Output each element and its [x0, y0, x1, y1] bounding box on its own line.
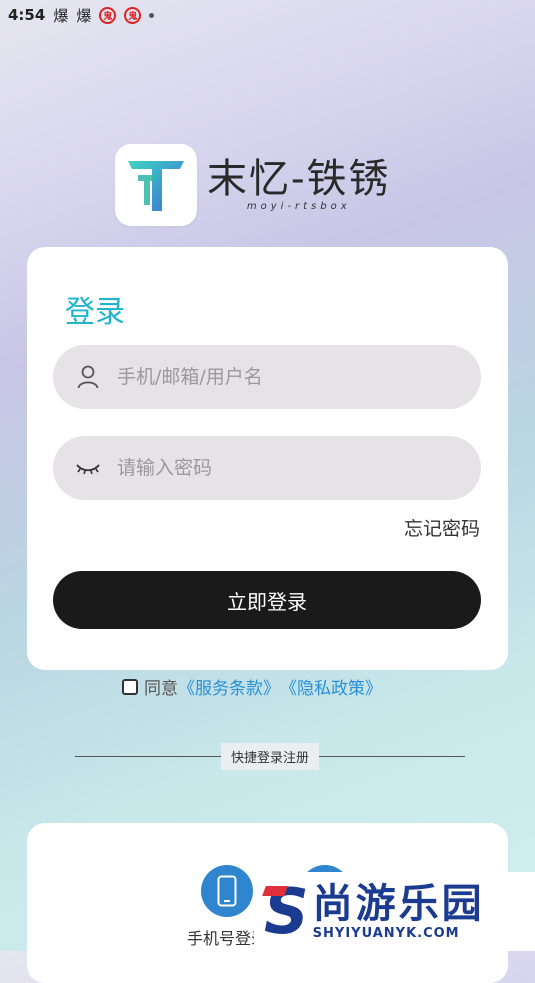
status-notification-icon: 爆: [53, 6, 69, 25]
divider-line: [75, 755, 221, 757]
watermark: S 尚游乐园 SHYIYUANYK.COM: [254, 872, 535, 951]
phone-login-option[interactable]: 手机号登录: [187, 865, 267, 949]
watermark-accent-icon: [262, 886, 288, 896]
watermark-domain: SHYIYUANYK.COM: [312, 926, 460, 941]
login-card: 登录 忘记密码 立即登录: [27, 247, 508, 670]
status-bar: 4:54 爆 爆 鬼 鬼: [0, 0, 535, 30]
account-input[interactable]: [115, 365, 439, 389]
status-red-icon: 鬼: [124, 6, 142, 24]
quick-login-divider: 快捷登录注册: [75, 742, 466, 770]
agreement-row: 同意 《服务条款》 《隐私政策》: [122, 674, 382, 699]
agree-label: 同意: [144, 679, 178, 699]
app-logo-icon: [115, 143, 197, 226]
quick-login-label: 快捷登录注册: [221, 742, 320, 770]
password-input[interactable]: [115, 456, 439, 480]
status-time: 4:54: [8, 6, 46, 24]
divider-line: [319, 755, 466, 757]
phone-icon: [201, 865, 253, 917]
status-red-icon: 鬼: [99, 6, 117, 24]
brand-header: 末忆-铁锈 moyi-rtsbox: [115, 142, 391, 227]
status-dot-icon: [149, 12, 155, 18]
privacy-link[interactable]: 《隐私政策》: [280, 674, 382, 699]
user-icon: [75, 364, 101, 390]
eye-closed-icon[interactable]: [75, 455, 101, 481]
brand-name: 末忆-铁锈: [207, 156, 391, 202]
login-title: 登录: [65, 295, 125, 330]
brand-subtitle: moyi-rtsbox: [246, 201, 351, 212]
forgot-password-link[interactable]: 忘记密码: [404, 514, 480, 541]
watermark-title: 尚游乐园: [312, 881, 485, 927]
status-notification-icon: 爆: [76, 6, 92, 25]
password-field[interactable]: [53, 436, 481, 500]
account-field[interactable]: [53, 345, 481, 409]
terms-link[interactable]: 《服务条款》: [178, 674, 280, 699]
login-button[interactable]: 立即登录: [53, 571, 481, 629]
agree-checkbox[interactable]: [122, 678, 138, 695]
